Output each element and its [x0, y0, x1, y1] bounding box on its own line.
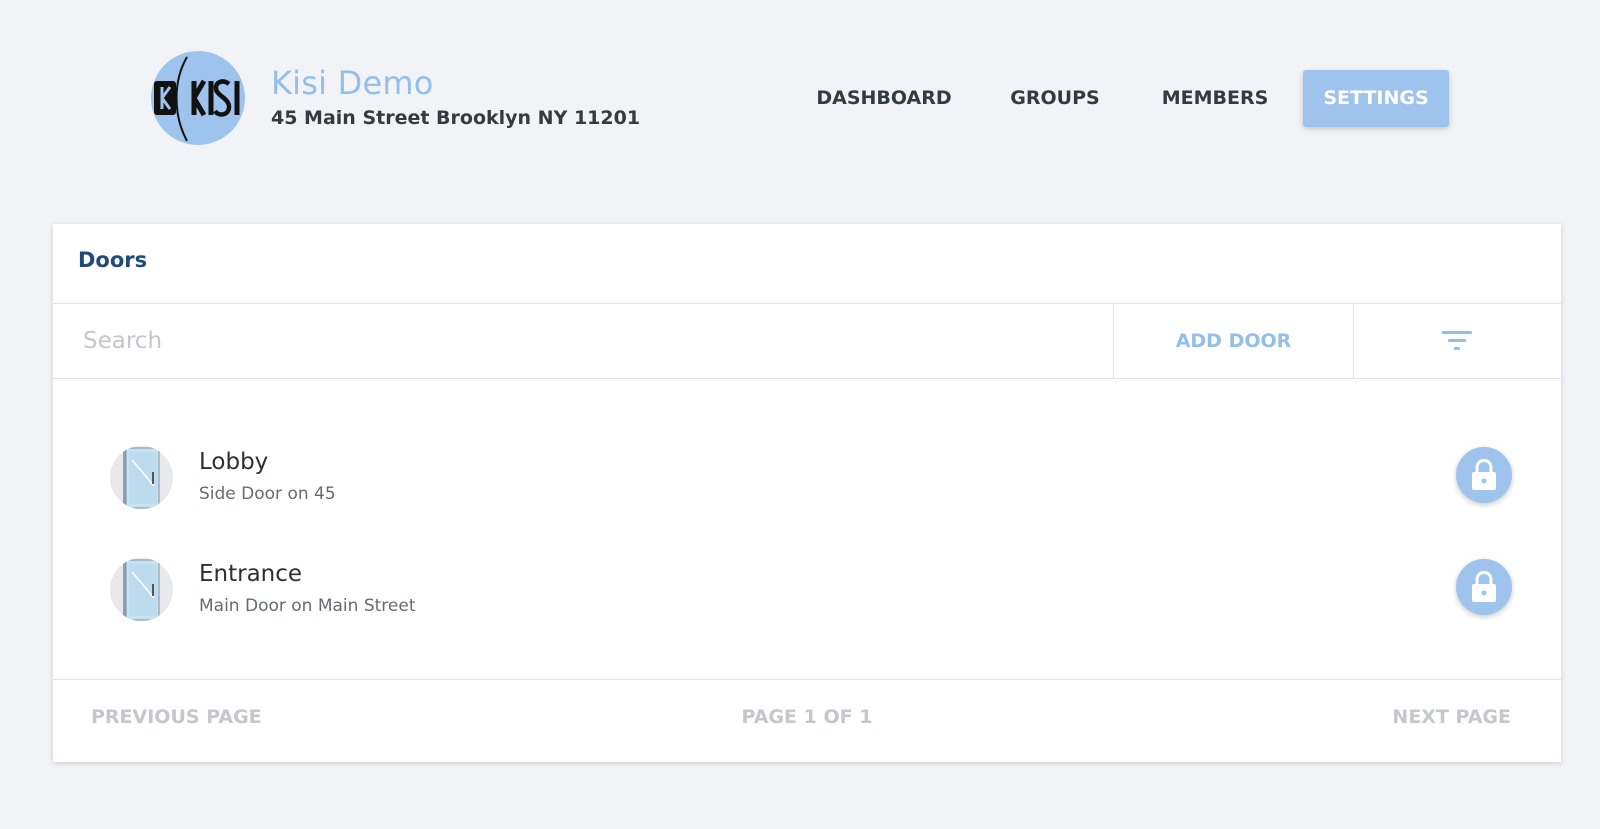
previous-page-button[interactable]: PREVIOUS PAGE	[91, 706, 262, 728]
kisi-logo	[151, 51, 245, 145]
divider	[53, 378, 1561, 379]
org-address: 45 Main Street Brooklyn NY 11201	[271, 107, 641, 129]
door-description: Main Door on Main Street	[199, 596, 416, 616]
unlock-button[interactable]	[1456, 447, 1512, 503]
next-page-button[interactable]: NEXT PAGE	[1392, 706, 1511, 728]
door-description: Side Door on 45	[199, 484, 336, 504]
add-door-button[interactable]: ADD DOOR	[1114, 304, 1353, 378]
unlock-button[interactable]	[1456, 559, 1512, 615]
lock-icon	[1472, 571, 1496, 602]
door-name: Entrance	[199, 561, 303, 587]
door-row-entrance[interactable]: Entrance Main Door on Main Street	[53, 546, 1561, 626]
org-name: Kisi Demo	[271, 64, 434, 102]
door-icon	[110, 558, 173, 621]
door-row-lobby[interactable]: Lobby Side Door on 45	[53, 434, 1561, 514]
filter-button[interactable]	[1354, 304, 1561, 378]
search-input[interactable]	[53, 304, 1113, 378]
door-icon	[110, 446, 173, 509]
app-header: Kisi Demo 45 Main Street Brooklyn NY 112…	[0, 0, 1600, 200]
nav-groups[interactable]: GROUPS	[1005, 70, 1105, 127]
doors-card: Doors ADD DOOR Lobby Side Door on 45	[53, 224, 1561, 762]
divider	[53, 679, 1561, 680]
nav-settings[interactable]: SETTINGS	[1303, 70, 1449, 127]
nav-members[interactable]: MEMBERS	[1160, 70, 1270, 127]
nav-dashboard[interactable]: DASHBOARD	[815, 70, 953, 127]
door-name: Lobby	[199, 449, 269, 475]
filter-icon	[1442, 331, 1472, 350]
card-title: Doors	[78, 248, 148, 272]
page-indicator: PAGE 1 OF 1	[741, 706, 873, 728]
lock-icon	[1472, 459, 1496, 490]
